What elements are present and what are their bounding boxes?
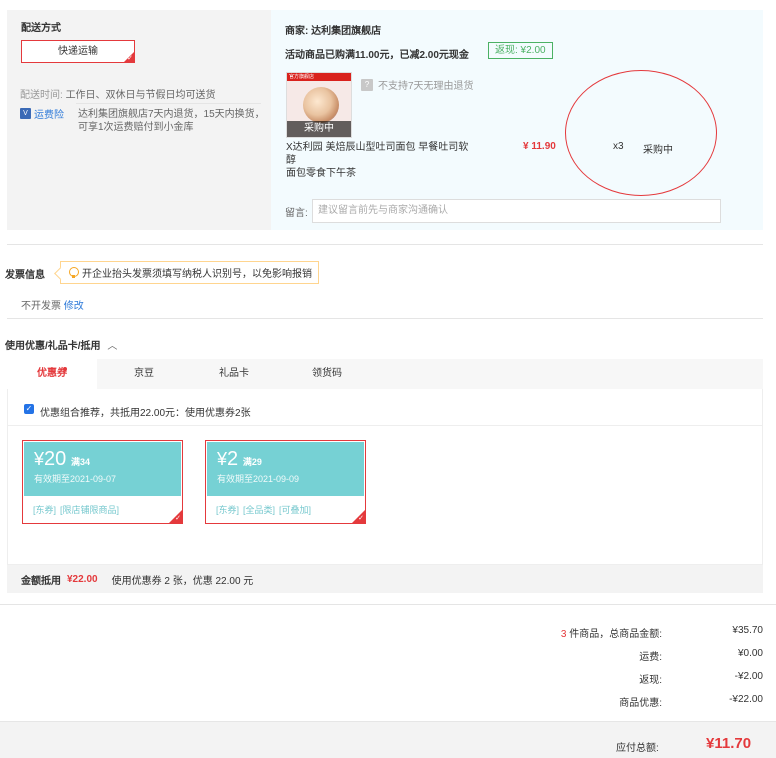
insurance-badge-label: 运费险 <box>34 110 64 121</box>
tab-jingdou[interactable]: 京豆 <box>107 359 181 389</box>
memo-input[interactable]: 建议留言前先与商家沟通确认 <box>312 199 721 223</box>
discount-total-label: 金额抵用 <box>21 575 61 587</box>
summary-items-label: 3 件商品，总商品金额: <box>500 625 662 640</box>
items-label: 件商品，总商品金额: <box>569 629 662 640</box>
summary-rebate-row: 返现: -¥2.00 <box>500 671 763 686</box>
thumb-status-overlay: 采购中 <box>287 121 351 137</box>
tab-pickup-code[interactable]: 领货码 <box>290 359 364 389</box>
invoice-tip-text: 开企业抬头发票须填写纳税人识别号，以免影响报销 <box>82 269 312 280</box>
summary-items-row: 3 件商品，总商品金额: ¥35.70 <box>500 625 763 640</box>
coupon-amount: 2 <box>227 448 239 470</box>
shipping-title: 配送方式 <box>21 23 61 34</box>
insurance-text-line2: 可享1次运费赔付到小金库 <box>78 122 194 133</box>
combo-checkbox[interactable]: ✓ <box>24 404 34 414</box>
rebate-badge: 返现: ¥2.00 <box>488 42 553 59</box>
discount-total-value: ¥22.00 <box>67 573 98 585</box>
product-name-line2: 面包零食下午茶 <box>286 168 356 179</box>
divider <box>8 425 762 426</box>
coupon-currency: ¥ <box>34 449 45 469</box>
shipping-method-label: 快递运输 <box>58 46 98 57</box>
shipping-method-button[interactable]: 快递运输 ✓ <box>21 40 135 63</box>
check-icon: ✓ <box>175 515 181 522</box>
delivery-time-value: 工作日、双休日与节假日均可送货 <box>65 90 216 101</box>
discount-total-desc: 使用优惠券 2 张，优惠 22.00 元 <box>111 575 254 587</box>
no-return-text: 不支持7天无理由退货 <box>378 81 474 92</box>
coupon-tag: [东券] <box>216 505 240 515</box>
summary-freight-row: 运费: ¥0.00 <box>500 648 763 663</box>
invoice-edit-link[interactable]: 修改 <box>64 301 84 312</box>
coupon-tags: [东券] [全品类] [可叠加] <box>216 503 311 516</box>
insurance-text-line1: 达利集团旗舰店7天内退货，15天内换货， <box>78 109 265 120</box>
freight-label: 运费: <box>639 652 662 663</box>
product-image <box>303 87 339 123</box>
invoice-title: 发票信息 <box>5 270 45 281</box>
seller: 商家: 达利集团旗舰店 <box>285 22 381 37</box>
coupon-tags: [东券] [限店铺限商品] <box>33 503 119 516</box>
seller-name: 达利集团旗舰店 <box>311 26 382 37</box>
payable-bar <box>0 721 776 758</box>
coupon-face: ¥2 满29 有效期至2021-09-09 <box>207 442 364 496</box>
promo-text: 活动商品已购满11.00元，已减2.00元现金 <box>285 50 469 61</box>
coupon-face: ¥20 满34 有效期至2021-09-07 <box>24 442 181 496</box>
annotation-circle <box>565 70 717 196</box>
coupon-tag: [限店铺限商品] <box>60 505 120 515</box>
coupon-currency: ¥ <box>217 449 228 469</box>
payable-label: 应付总额: <box>616 743 659 754</box>
divider <box>7 244 763 245</box>
chevron-up-icon: ︿ <box>107 341 118 352</box>
coupon-amount: 20 <box>44 448 67 470</box>
rebate-label: 返现: <box>639 675 662 686</box>
divider <box>0 604 776 605</box>
discount-value: -¥22.00 <box>729 694 763 705</box>
freight-insurance-badge[interactable]: V 运费险 <box>20 107 64 121</box>
freight-value: ¥0.00 <box>737 648 763 659</box>
delivery-time: 配送时间: 工作日、双休日与节假日均可送货 <box>20 86 216 101</box>
coupon-condition: 满34 <box>71 457 91 467</box>
divider <box>7 318 763 319</box>
divider <box>76 103 261 104</box>
product-price: ¥ 11.90 <box>523 141 556 152</box>
no-return-notice: ? 不支持7天无理由退货 <box>361 77 474 92</box>
coupon-expiry: 有效期至2021-09-09 <box>217 474 300 484</box>
coupon-card[interactable]: ¥2 满29 有效期至2021-09-09 [东券] [全品类] [可叠加] ✓ <box>205 440 366 524</box>
delivery-time-label: 配送时间: <box>20 90 63 101</box>
summary-discount-row: 商品优惠: -¥22.00 <box>500 694 763 709</box>
memo-label: 留言: <box>285 208 308 219</box>
coupon-expiry: 有效期至2021-09-07 <box>34 474 117 484</box>
payable-value: ¥11.70 <box>706 735 752 752</box>
coupon-tag: [东券] <box>33 505 57 515</box>
check-icon: ✓ <box>358 515 364 522</box>
discount-label: 商品优惠: <box>619 698 662 709</box>
new-dot-icon <box>63 367 67 371</box>
combo-text: 优惠组合推荐，共抵用22.00元：使用优惠券2张 <box>40 408 251 419</box>
coupon-tag: [可叠加] <box>279 505 312 515</box>
discount-title: 使用优惠/礼品卡/抵用 <box>5 341 101 352</box>
invoice-value-row: 不开发票 修改 <box>21 297 84 312</box>
insurance-text: 达利集团旗舰店7天内退货，15天内换货， 可享1次运费赔付到小金库 <box>78 108 265 134</box>
seller-label: 商家: <box>285 26 309 37</box>
summary-items-value: ¥35.70 <box>732 625 763 636</box>
check-icon: ✓ <box>127 55 133 62</box>
discount-total-bar: 金额抵用 ¥22.00 使用优惠券 2 张，优惠 22.00 元 <box>7 565 763 593</box>
tab-coupons[interactable]: 优惠券 <box>7 359 97 389</box>
invoice-tip: 开企业抬头发票须填写纳税人识别号，以免影响报销 <box>60 261 319 284</box>
thumb-tag: 官方旗舰店 <box>287 73 351 81</box>
coupon-card[interactable]: ¥20 满34 有效期至2021-09-07 [东券] [限店铺限商品] ✓ <box>22 440 183 524</box>
item-count: 3 <box>560 629 567 640</box>
product-name-line1: X达利园 美焙辰山型吐司面包 早餐吐司软醇 <box>286 142 469 166</box>
product-thumbnail[interactable]: 官方旗舰店 采购中 <box>286 72 352 138</box>
coupon-tag: [全品类] <box>243 505 276 515</box>
insurance-icon: V <box>20 108 31 119</box>
discount-tabs: 优惠券 京豆 礼品卡 领货码 <box>7 359 763 389</box>
discount-section-toggle[interactable]: 使用优惠/礼品卡/抵用 ︿ <box>5 337 117 352</box>
lightbulb-icon <box>69 267 79 278</box>
question-icon: ? <box>361 78 373 91</box>
invoice-value: 不开发票 <box>21 301 61 312</box>
tab-giftcard[interactable]: 礼品卡 <box>197 359 271 389</box>
product-name[interactable]: X达利园 美焙辰山型吐司面包 早餐吐司软醇 面包零食下午茶 <box>286 141 476 180</box>
rebate-value: -¥2.00 <box>734 671 763 682</box>
coupon-condition: 满29 <box>242 457 262 467</box>
